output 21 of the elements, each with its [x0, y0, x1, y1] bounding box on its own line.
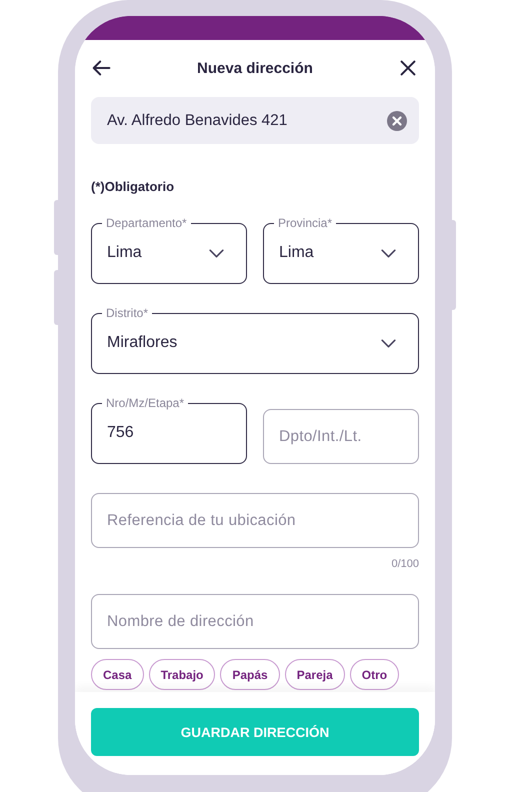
- input-field[interactable]: Nro/Mz/Etapa* 756: [91, 396, 247, 464]
- screen-title: Nueva dirección: [197, 60, 313, 76]
- tag-chip[interactable]: Trabajo: [148, 659, 216, 690]
- dropdown-field[interactable]: Provincia* Lima: [263, 216, 419, 284]
- address-field[interactable]: Av. Alfredo Benavides 421: [91, 97, 419, 144]
- field-label: Provincia*: [277, 216, 334, 230]
- dropdown-field[interactable]: Distrito* Miraflores: [91, 306, 419, 374]
- tag-chip[interactable]: Otro: [350, 659, 400, 690]
- clear-icon[interactable]: [387, 110, 407, 130]
- field-label: Distrito*: [105, 306, 150, 320]
- chevron-down-icon: [209, 248, 224, 258]
- chevron-down-icon: [381, 338, 396, 348]
- dropdown-field[interactable]: Departamento* Lima: [91, 216, 247, 284]
- character-counter: 0/100: [390, 558, 419, 570]
- tag-chip[interactable]: Casa: [91, 659, 144, 690]
- field-label: Nro/Mz/Etapa*: [105, 396, 186, 410]
- tag-chip[interactable]: Papás: [220, 659, 280, 690]
- chevron-down-icon: [381, 248, 396, 258]
- field-label: Departamento*: [105, 216, 188, 230]
- required-note: (*)Obligatorio: [91, 179, 176, 194]
- tag-chip[interactable]: Pareja: [284, 659, 345, 690]
